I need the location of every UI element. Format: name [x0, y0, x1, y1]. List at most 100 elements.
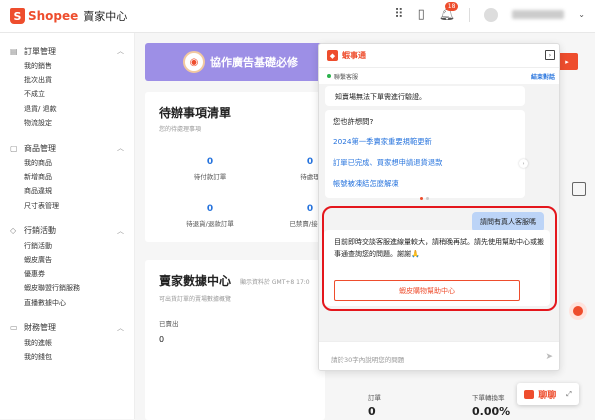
chat-fab[interactable]: 聊聊 ⤢	[517, 383, 579, 405]
section-title: 行銷活動	[24, 226, 56, 236]
sidebar-item[interactable]: 蝦皮聯盟行銷服務	[0, 281, 134, 295]
bell-icon[interactable]: 🔔︎ 18	[439, 2, 459, 22]
chat-input-placeholder: 請於30字內說明您的問題	[331, 356, 405, 364]
brand-name: Shopee	[28, 9, 79, 23]
sidebar-section-header[interactable]: ◇ 行銷活動 ︿	[0, 223, 134, 239]
sidebar-item[interactable]: 蝦皮廣告	[0, 253, 134, 267]
sidebar-section-header[interactable]: ▢ 商品管理 ︿	[0, 140, 134, 156]
seller-data-note: 顯示資料於 GMT+8 17:0	[240, 279, 310, 286]
sidebar-section-header[interactable]: ▭ 財務管理 ︿	[0, 320, 134, 336]
help-orb-icon[interactable]	[569, 302, 587, 320]
expand-icon[interactable]: ⤢	[566, 390, 572, 399]
todo-card: 待辦事項清單 您的待處理事項 0 待付款訂單 0 待處理 0 待退貨/退款訂單 …	[145, 92, 331, 242]
sidebar-item[interactable]: 批次出貨	[0, 73, 134, 87]
todo-subtitle: 您的待處理事項	[159, 126, 202, 133]
faq-link[interactable]: 訂單已完成、買家想申請退貨退款	[333, 158, 442, 168]
seller-data-title: 賣家數據中心	[159, 274, 232, 288]
sidebar-item[interactable]: 不成立	[0, 87, 134, 101]
section-title: 訂單管理	[24, 46, 56, 56]
sidebar-item[interactable]: 直播數據中心	[0, 296, 134, 310]
sidebar-item[interactable]: 優惠券	[0, 267, 134, 281]
chat-input-area[interactable]: 請於30字內說明您的問題 ➤	[319, 341, 559, 370]
promo-banner[interactable]: ◉ 協作廣告基礎必修	[145, 43, 325, 81]
chevron-up-icon: ︿	[117, 323, 124, 332]
top-bar: S Shopee 賣家中心 ⠿ ▯ 🔔︎ 18 ⌄	[0, 0, 595, 33]
shopee-logo[interactable]: S Shopee 賣家中心	[10, 8, 127, 24]
sidebar-section-marketing: ◇ 行銷活動 ︿ 行銷活動 蝦皮廣告 優惠券 蝦皮聯盟行銷服務 直播數據中心	[0, 223, 134, 310]
orders-value: 0	[368, 405, 376, 418]
sidebar-item[interactable]: 行銷活動	[0, 239, 134, 253]
sidebar-section-products: ▢ 商品管理 ︿ 我的商品 新增商品 商品違規 尺寸表管理	[0, 140, 134, 213]
sidebar-item[interactable]: 商品違規	[0, 184, 134, 198]
carousel-dot	[426, 197, 429, 200]
todo-item[interactable]: 0 待退貨/退款訂單	[175, 204, 245, 228]
brand-subtitle: 賣家中心	[83, 10, 128, 23]
collapse-icon[interactable]: ›	[545, 50, 555, 60]
apps-grid-icon[interactable]: ⠿	[394, 7, 404, 22]
send-icon[interactable]: ➤	[545, 352, 553, 362]
avatar[interactable]	[484, 7, 499, 22]
end-chat-button[interactable]: 結束對話	[531, 72, 555, 81]
sidebar: ▤ 訂單管理 ︿ 我的銷售 批次出貨 不成立 退貨/ 退款 物流設定 ▢ 商品管理 ︿ …	[0, 33, 135, 419]
seller-data-subtitle: 可出貨訂單的賣場數據概覽	[159, 296, 232, 303]
sold-label: 已賣出	[159, 320, 179, 328]
carousel-next-icon[interactable]: ›	[519, 159, 528, 168]
tag-icon: ◇	[10, 226, 17, 236]
chat-name: 蝦事通	[342, 51, 366, 60]
robot-badge-icon: ◉	[183, 51, 205, 73]
todo-value: 0	[206, 204, 214, 214]
wallet-icon: ▭	[10, 323, 18, 333]
sidebar-item[interactable]: 我的進帳	[0, 336, 134, 350]
sidebar-section-finance: ▭ 財務管理 ︿ 我的進帳 我的錢包	[0, 320, 134, 364]
online-dot-icon	[327, 74, 331, 78]
shopee-bag-icon: S	[10, 8, 25, 24]
notification-badge: 18	[444, 2, 459, 11]
carousel-dot-active	[420, 197, 423, 200]
todo-item[interactable]: 0 待付款訂單	[175, 157, 245, 181]
todo-label: 待付款訂單	[193, 173, 227, 181]
faq-card: 您也許想問? 2024第一季賣家重要規範更新 訂單已完成、買家想申請退貨退款 帳…	[325, 110, 525, 198]
orders-label: 訂單	[368, 394, 381, 402]
chat-fab-label: 聊聊	[538, 390, 557, 401]
conversion-rate-label: 下單轉換率	[472, 394, 505, 402]
status-text: 聯繫客服	[334, 74, 359, 81]
faq-title: 您也許想問?	[333, 117, 374, 126]
faq-link[interactable]: 帳號被凍結怎麼解凍	[333, 179, 399, 189]
chat-header: ◆ 蝦事通 ›	[319, 44, 559, 68]
chevron-down-icon[interactable]: ⌄	[578, 10, 585, 19]
sidebar-item[interactable]: 尺寸表管理	[0, 199, 134, 213]
bot-message: 知賣場無法下單需進行驗證。	[325, 86, 525, 106]
chat-status-bar: 聯繫客服 結束對話	[319, 68, 559, 84]
bot-message-text: 知賣場無法下單需進行驗證。	[335, 93, 426, 101]
chat-bubble-icon	[524, 389, 535, 399]
faq-link[interactable]: 2024第一季賣家重要規範更新	[333, 137, 432, 147]
clipboard-icon: ▤	[10, 46, 18, 56]
account-name-blurred[interactable]	[512, 10, 565, 19]
seller-data-card: 賣家數據中心 顯示資料於 GMT+8 17:0 可出貨訂單的賣場數據概覽 已賣出…	[145, 260, 325, 420]
section-title: 財務管理	[24, 323, 56, 333]
sidebar-item[interactable]: 我的銷售	[0, 59, 134, 73]
banner-text: 協作廣告基礎必修	[210, 56, 298, 69]
sidebar-item[interactable]: 我的錢包	[0, 350, 134, 364]
todo-title: 待辦事項清單	[159, 106, 232, 120]
chevron-up-icon: ︿	[117, 144, 124, 153]
highlight-annotation	[322, 206, 557, 311]
sidebar-item[interactable]: 我的商品	[0, 156, 134, 170]
chat-logo-icon: ◆	[327, 50, 338, 61]
sidebar-item[interactable]: 物流設定	[0, 116, 134, 130]
sidebar-item[interactable]: 新增商品	[0, 170, 134, 184]
sidebar-section-orders: ▤ 訂單管理 ︿ 我的銷售 批次出貨 不成立 退貨/ 退款 物流設定	[0, 43, 134, 130]
bag-icon: ▢	[10, 143, 18, 153]
chevron-up-icon: ︿	[117, 226, 124, 235]
section-title: 商品管理	[24, 143, 56, 153]
mail-icon[interactable]	[572, 182, 586, 196]
conversion-rate-value: 0.00%	[472, 405, 511, 418]
divider	[469, 7, 471, 22]
book-icon[interactable]: ▯	[418, 7, 425, 22]
todo-label: 待退貨/退款訂單	[186, 220, 234, 228]
chevron-up-icon: ︿	[117, 47, 124, 55]
todo-value: 0	[206, 157, 214, 167]
sidebar-section-header[interactable]: ▤ 訂單管理 ︿	[0, 43, 134, 59]
sold-value: 0	[159, 335, 165, 344]
sidebar-item[interactable]: 退貨/ 退款	[0, 102, 134, 116]
